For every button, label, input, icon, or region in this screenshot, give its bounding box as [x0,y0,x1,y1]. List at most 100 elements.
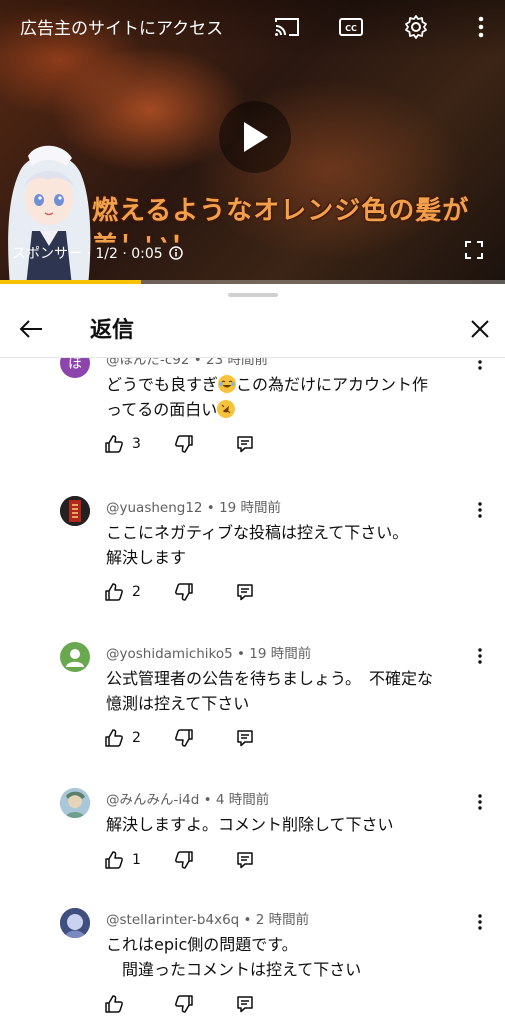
default-user-icon [66,649,84,667]
like-count: 2 [132,730,141,746]
avatar[interactable]: ほ [60,358,90,378]
reply-author-meta[interactable]: @yuasheng12 • 19 時間前 [106,496,281,516]
sheet-header: 返信 [0,300,505,358]
comment-icon [237,996,253,1013]
reply-text: 公式管理者の公告を待ちましょう。 不確定な 憶測は控えて下さい [106,666,476,716]
video-overlay-caption: 燃えるようなオレンジ色の髪が [92,196,470,226]
info-icon[interactable] [168,246,183,260]
thumb-up-icon [105,583,123,601]
more-vert-icon [478,502,482,518]
reply-text-line: 公式管理者の公告を待ちましょう。 不確定な [106,669,434,688]
sponsor-text: スポンサー · 1/2 · 0:05 [12,246,163,262]
reply-text-line: ここにネガティブな投稿は控えて下さい。 [106,523,409,542]
reply-text-line: 憶測は控えて下さい [106,694,250,713]
avatar[interactable] [60,788,90,818]
like-button[interactable]: 2 [104,582,174,602]
dislike-button[interactable] [174,434,236,454]
like-button[interactable]: 1 [104,850,174,870]
reply-text-line: 解決しますよ。コメント削除して下さい [106,815,394,834]
reply-button[interactable] [236,995,254,1013]
reply-text-line: これはepic側の問題です。 [106,935,298,954]
rolling-laughing-emoji-icon [217,400,236,418]
dislike-button[interactable] [174,994,236,1014]
laughing-emoji-icon [218,375,237,393]
settings-icon[interactable] [401,12,431,42]
like-count: 2 [132,584,141,600]
reply-actions: 1 [104,848,254,872]
reply-author-meta[interactable]: @ほんだ-c92 • 23 時間前 [106,358,268,368]
reply-text-part: この為だけにアカウント作 [236,375,429,394]
reply-actions: 2 [104,726,254,750]
reply-button[interactable] [236,583,254,601]
avatar[interactable] [60,908,90,938]
replies-sheet: 返信 ほ @ほんだ-c92 • 23 時間前 どうでも良すぎ この為だけにアカウン… [0,284,505,1024]
more-options-button[interactable] [468,910,492,934]
avatar-image [60,496,90,526]
reply-button[interactable] [236,851,254,869]
more-vert-icon [478,360,482,370]
thumb-down-icon [175,729,193,747]
reply-button[interactable] [236,435,254,453]
thumb-up-icon [105,435,123,453]
fullscreen-icon[interactable] [462,238,486,262]
avatar[interactable] [60,642,90,672]
avatar-letter: ほ [68,358,82,372]
thumb-down-icon [175,995,193,1013]
thumb-up-icon [105,729,123,747]
like-button[interactable]: 2 [104,728,174,748]
more-vert-icon [478,914,482,930]
play-icon [244,122,268,152]
back-arrow-icon [19,320,42,338]
visit-advertiser-link[interactable]: 広告主のサイトにアクセス [20,14,223,39]
drag-handle[interactable] [228,293,278,297]
avatar-image [60,788,90,818]
reply-text-line: 間違ったコメントは控えて下さい [106,960,362,979]
like-count: 3 [132,436,141,452]
reply-text-part: ってるの面白い [106,400,218,419]
more-vert-icon [478,794,482,810]
avatar[interactable] [60,496,90,526]
back-button[interactable] [14,312,48,346]
play-button[interactable] [219,101,291,173]
reply-text: これはepic側の問題です。 間違ったコメントは控えて下さい [106,932,476,982]
thumb-up-icon [105,851,123,869]
captions-icon[interactable]: CC [336,12,366,42]
reply-text-line: 解決します [106,548,187,567]
sponsor-label: スポンサー · 1/2 · 0:05 [12,243,183,263]
reply-author-meta[interactable]: @みんみん-i4d • 4 時間前 [106,788,269,808]
reply-actions: 3 [104,432,254,456]
more-vert-icon [478,648,482,664]
more-options-button[interactable] [468,644,492,668]
reply-text: どうでも良すぎ この為だけにアカウント作 ってるの面白い [106,372,476,422]
reply-text: 解決しますよ。コメント削除して下さい [106,812,476,837]
replies-list: ほ @ほんだ-c92 • 23 時間前 どうでも良すぎ この為だけにアカウント作 … [0,358,505,1024]
reply-text: ここにネガティブな投稿は控えて下さい。 解決します [106,520,476,570]
like-count: 1 [132,852,141,868]
like-button[interactable]: 3 [104,434,174,454]
reply-actions: 2 [104,580,254,604]
reply-author-meta[interactable]: @stellarinter-b4x6q • 2 時間前 [106,908,309,928]
cast-icon[interactable] [272,12,302,42]
reply-button[interactable] [236,729,254,747]
dislike-button[interactable] [174,582,236,602]
more-vert-icon[interactable] [466,12,496,42]
more-options-button[interactable] [468,498,492,522]
close-button[interactable] [463,312,497,346]
comment-icon [237,436,253,453]
comment-icon [237,730,253,747]
thumb-down-icon [175,583,193,601]
close-icon [471,320,489,338]
thumb-down-icon [175,435,193,453]
dislike-button[interactable] [174,850,236,870]
thumb-down-icon [175,851,193,869]
comment-icon [237,584,253,601]
reply-text-part: どうでも良すぎ [106,375,219,394]
reply-author-meta[interactable]: @yoshidamichiko5 • 19 時間前 [106,642,311,662]
comment-icon [237,852,253,869]
more-options-button[interactable] [468,790,492,814]
thumb-up-icon [105,995,123,1013]
svg-text:CC: CC [345,24,357,33]
video-player[interactable]: 広告主のサイトにアクセス CC 燃えるようなオレンジ色の髪が 美しい！ スポンサ… [0,0,505,284]
like-button[interactable] [104,994,174,1014]
dislike-button[interactable] [174,728,236,748]
